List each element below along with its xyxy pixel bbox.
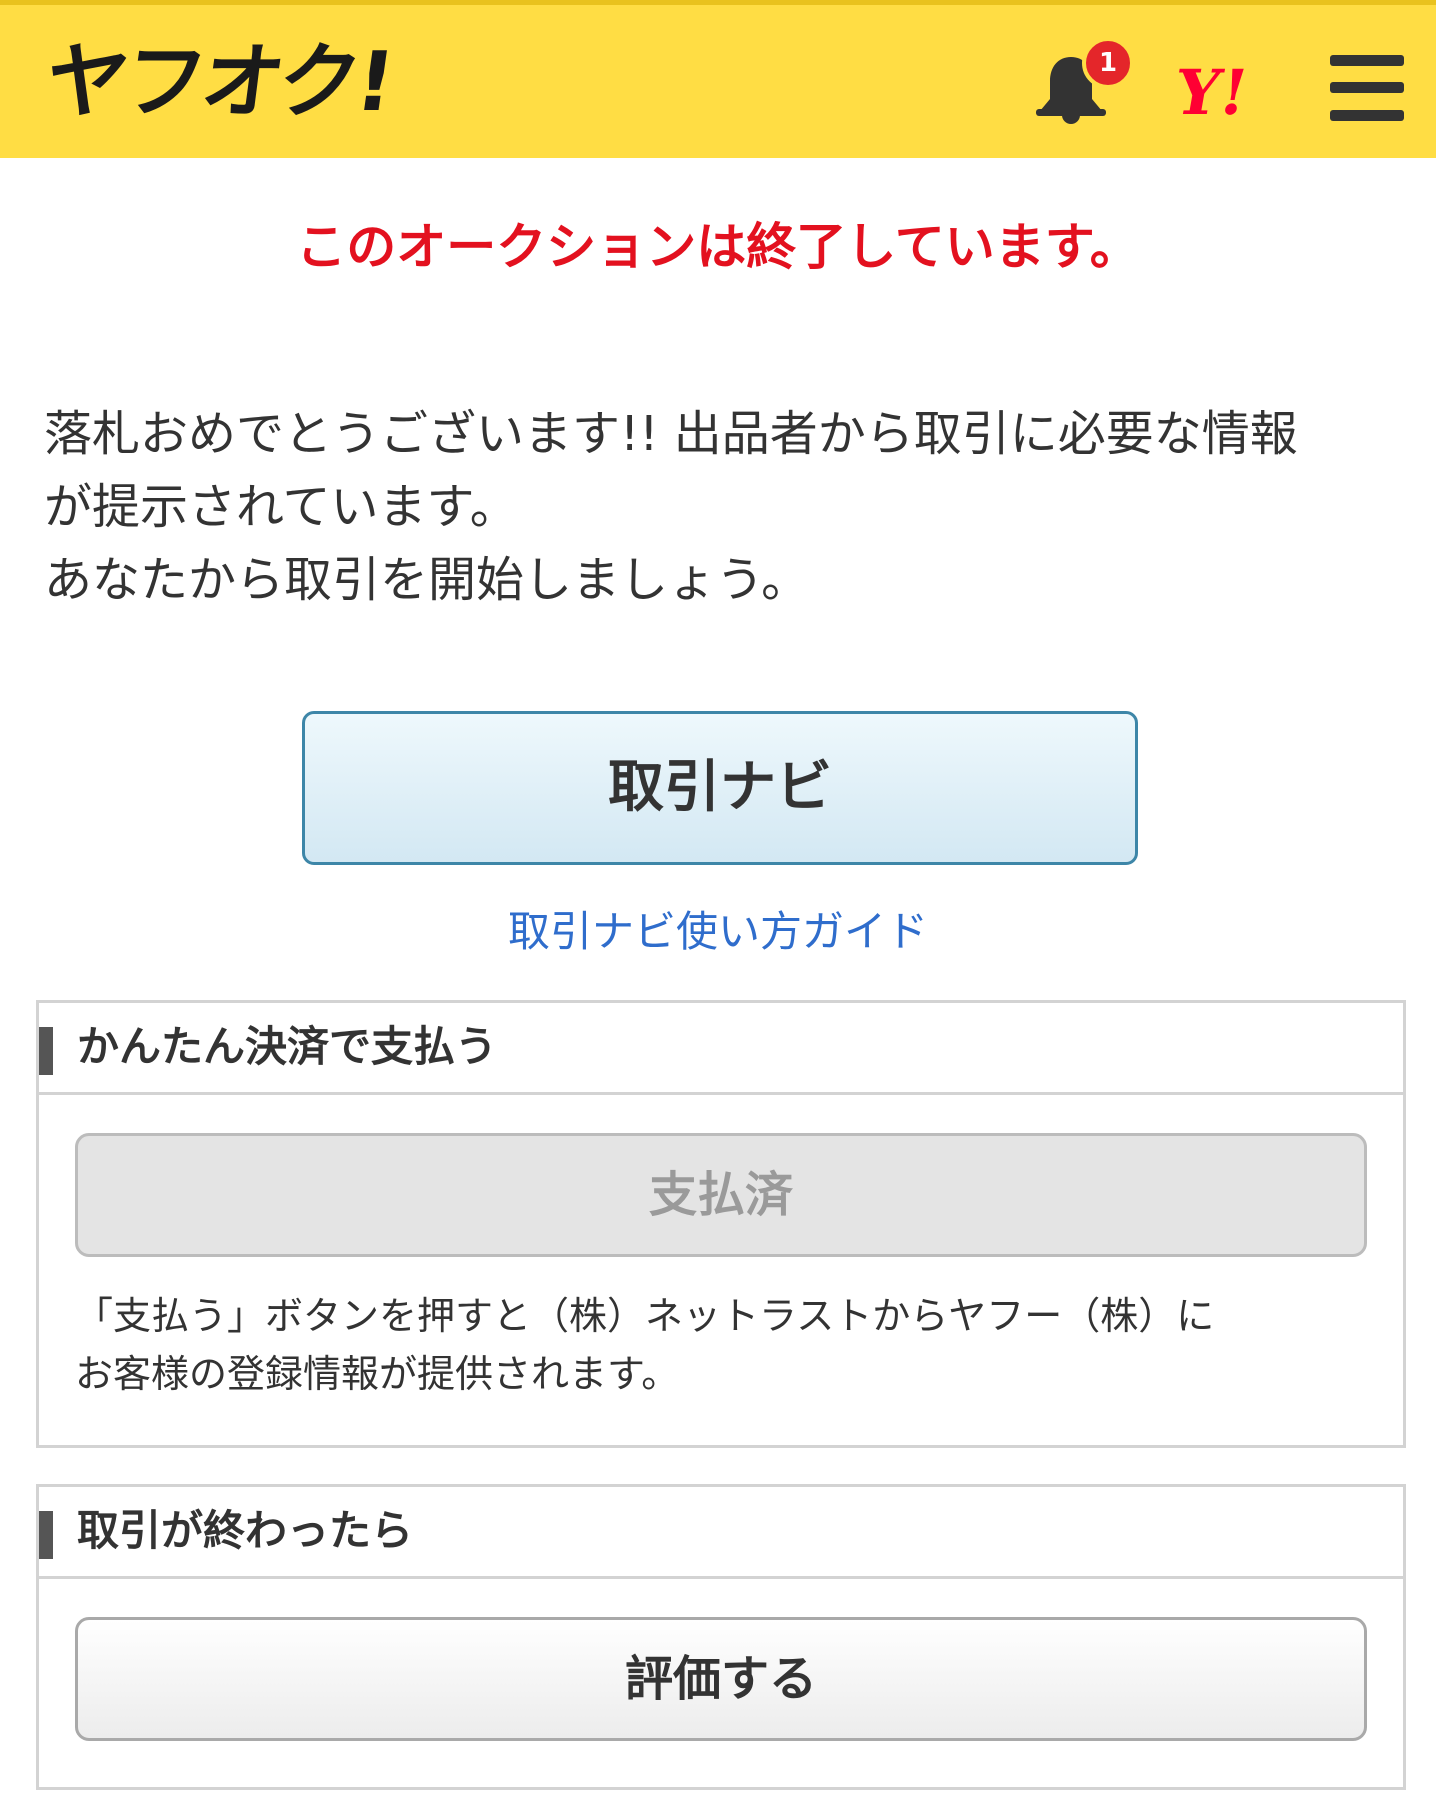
payment-note: 「支払う」ボタンを押すと（株）ネットラストからヤフー（株）に お客様の登録情報が…: [75, 1287, 1375, 1403]
paid-button: 支払済: [75, 1133, 1367, 1257]
menu-line: [1330, 82, 1404, 93]
section-title: かんたん決済で支払う: [77, 1022, 498, 1071]
rate-button[interactable]: 評価する: [75, 1617, 1367, 1741]
menu-line: [1330, 110, 1404, 121]
yafuoku-logo[interactable]: ヤフオク!: [39, 33, 397, 133]
trade-navi-button[interactable]: 取引ナビ: [302, 711, 1138, 865]
completion-section: 取引が終わったら 評価する: [36, 1484, 1406, 1790]
app-header: ヤフオク! 1 Y!: [0, 0, 1436, 158]
trade-navi-guide-link[interactable]: 取引ナビ使い方ガイド: [0, 900, 1436, 964]
message-line: 落札おめでとうございます!! 出品者から取引に必要な情報: [44, 406, 1298, 462]
note-line: 「支払う」ボタンを押すと（株）ネットラストからヤフー（株）に: [75, 1294, 1215, 1338]
message-line: あなたから取引を開始しましょう。: [44, 552, 810, 608]
menu-line: [1330, 55, 1404, 66]
section-header: かんたん決済で支払う: [39, 1003, 1403, 1095]
payment-section: かんたん決済で支払う 支払済 「支払う」ボタンを押すと（株）ネットラストからヤフ…: [36, 1000, 1406, 1448]
note-line: お客様の登録情報が提供されます。: [75, 1352, 680, 1396]
section-marker: [39, 1027, 53, 1075]
section-marker: [39, 1511, 53, 1559]
auction-ended-message: このオークションは終了しています。: [296, 218, 1140, 276]
winning-bid-message: 落札おめでとうございます!! 出品者から取引に必要な情報 が提示されています。 …: [44, 398, 1404, 617]
section-header: 取引が終わったら: [39, 1487, 1403, 1579]
section-title: 取引が終わったら: [77, 1506, 414, 1555]
yahoo-logo[interactable]: Y!: [1169, 53, 1255, 133]
notification-badge: 1: [1082, 37, 1134, 89]
message-line: が提示されています。: [44, 479, 518, 535]
hamburger-menu-icon[interactable]: [1330, 55, 1404, 121]
